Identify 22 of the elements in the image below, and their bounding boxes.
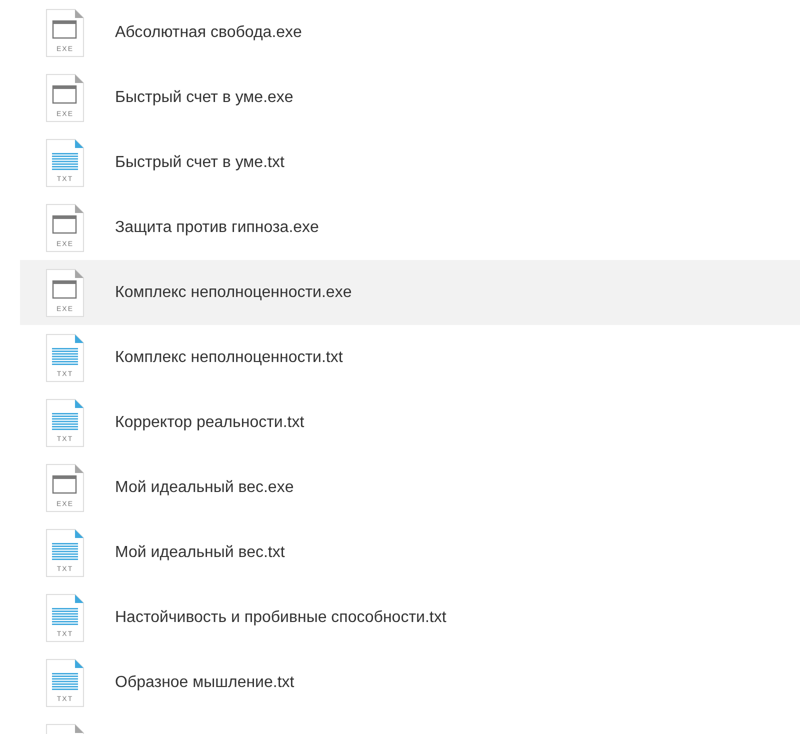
file-name: Быстрый счет в уме.txt	[115, 152, 284, 172]
file-name: Комплекс неполноценности.txt	[115, 348, 343, 368]
file-icon	[46, 204, 84, 252]
file-name: Образное мышление.txt	[115, 672, 294, 692]
file-icon	[46, 74, 84, 122]
file-icon	[46, 334, 84, 382]
file-icon	[46, 464, 84, 512]
file-name: Корректор реальности.txt	[115, 412, 304, 432]
file-icon	[46, 138, 84, 186]
file-name: Абсолютная свобода.exe	[115, 22, 302, 42]
file-icon	[46, 398, 84, 446]
file-icon	[46, 594, 84, 642]
file-name: Комплекс неполноценности.exe	[115, 282, 352, 302]
file-icon	[46, 268, 84, 316]
file-name: Мой идеальный вес.exe	[115, 478, 294, 498]
file-name: Быстрый счет в уме.exe	[115, 88, 294, 108]
file-icon	[46, 528, 84, 576]
file-icon	[46, 8, 84, 56]
file-name: Мой идеальный вес.txt	[115, 542, 285, 562]
file-icon	[46, 658, 84, 706]
file-name: Защита против гипноза.exe	[115, 218, 319, 238]
file-name: Настойчивость и пробивные способности.txt	[115, 608, 446, 628]
